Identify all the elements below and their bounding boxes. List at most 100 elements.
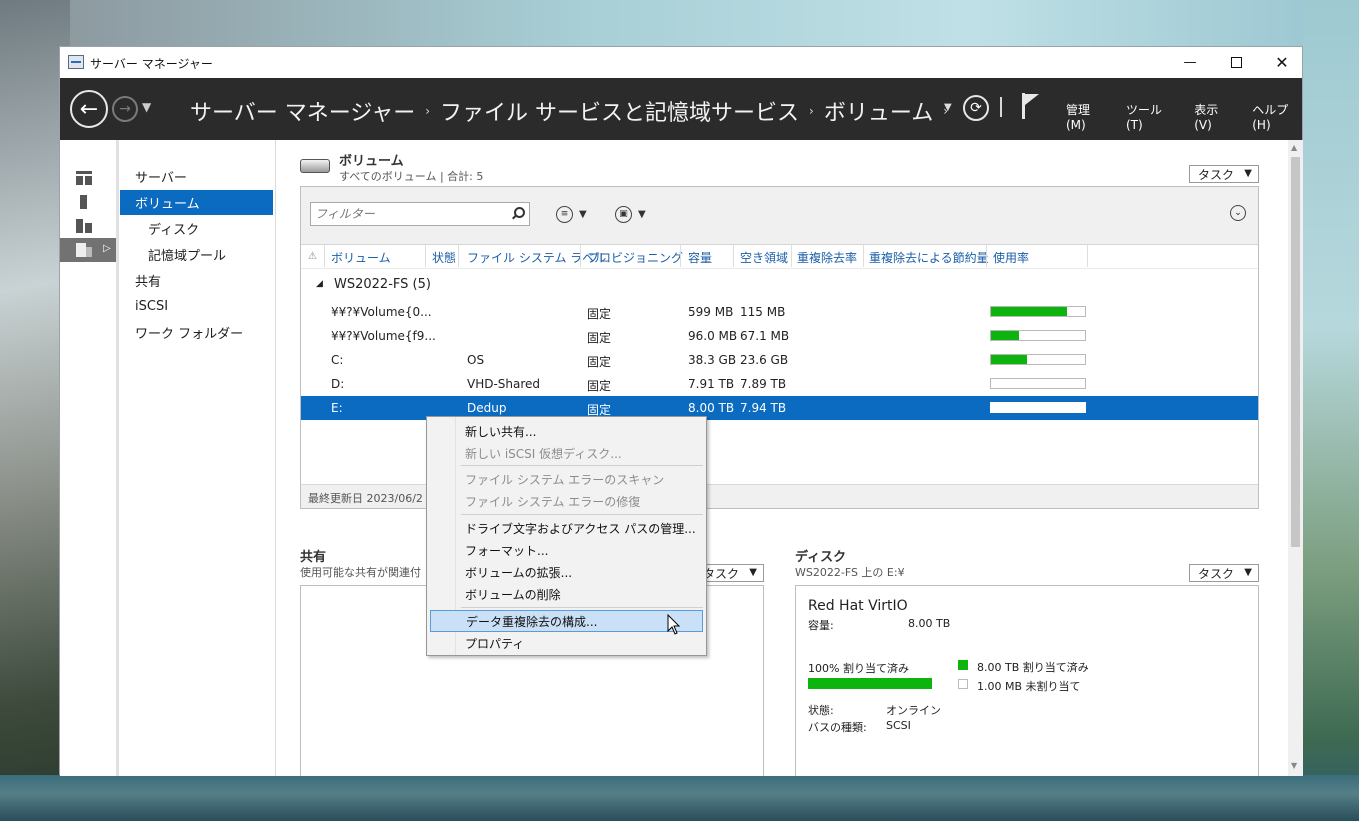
row-provisioning: 固定 (587, 331, 612, 345)
nav-item-servers[interactable]: サーバー (120, 164, 273, 189)
menu-help[interactable]: ヘルプ(H) (1252, 101, 1302, 132)
rail-dashboard[interactable] (60, 166, 116, 190)
breadcrumb-dropdown[interactable]: ▼ (944, 102, 952, 113)
dashboard-icon (76, 171, 92, 185)
list-icon: ≡ (556, 205, 573, 223)
volume-row[interactable]: ¥¥?¥Volume{f9... 固定 96.0 MB 67.1 MB (301, 324, 1258, 348)
scroll-up-icon[interactable]: ▲ (1291, 143, 1297, 152)
nav-item-work-folders[interactable]: ワーク フォルダー (120, 320, 273, 345)
row-volume: D: (331, 377, 345, 391)
header-bar: ← → ▼ サーバー マネージャー › ファイル サービスと記憶域サービス › … (60, 78, 1302, 140)
volumes-tasks-button[interactable]: タスク ▼ (1189, 165, 1259, 183)
chevron-down-icon: ▼ (638, 208, 646, 220)
menu-item-new-share[interactable]: 新しい共有... (430, 420, 703, 442)
menu-manage[interactable]: 管理(M) (1066, 101, 1106, 132)
refresh-button[interactable]: ⟳ (963, 95, 989, 121)
volumes-tile-title: ボリューム (339, 154, 404, 169)
close-button[interactable]: ✕ (1259, 47, 1305, 78)
usage-bar-fill (991, 355, 1027, 364)
allocated-percent-label: 100% 割り当て済み (808, 662, 909, 675)
menu-view[interactable]: 表示(V) (1194, 101, 1232, 132)
volume-drive-icon (300, 159, 330, 173)
column-warning[interactable]: ⚠ (308, 251, 317, 262)
history-dropdown[interactable]: ▼ (142, 100, 151, 114)
back-button[interactable]: ← (70, 90, 108, 128)
collapse-triangle-icon[interactable]: ◢ (316, 279, 323, 289)
tasks-label: タスク (703, 566, 740, 581)
header-divider (1000, 97, 1002, 117)
allocation-bar (808, 678, 932, 689)
breadcrumb-volumes[interactable]: ボリューム (824, 95, 933, 127)
nav-item-storage-pools[interactable]: 記憶域プール (120, 242, 273, 267)
filter-field[interactable] (310, 202, 530, 226)
disk-tasks-button[interactable]: タスク ▼ (1189, 564, 1259, 582)
forward-button[interactable]: → (112, 96, 138, 122)
nav-item-disks[interactable]: ディスク (120, 216, 273, 241)
menu-item-manage-drive-letter[interactable]: ドライブ文字およびアクセス パスの管理... (430, 517, 703, 539)
disk-tile-subtitle: WS2022-FS 上の E:¥ (795, 566, 905, 579)
rail-file-services[interactable]: ▷ (60, 238, 116, 262)
nav-item-volumes[interactable]: ボリューム (120, 190, 273, 215)
row-capacity: 96.0 MB (688, 329, 738, 343)
column-separator (425, 245, 426, 267)
server-group-row[interactable]: ◢ WS2022-FS (5) (301, 276, 1258, 298)
breadcrumb-separator-icon: › (809, 104, 814, 118)
breadcrumb-separator-icon: › (425, 104, 431, 118)
column-free-space[interactable]: 空き領域 (740, 249, 788, 266)
list-view-options-button[interactable]: ≡ ▼ (556, 205, 596, 223)
chevron-down-icon: ▼ (749, 567, 757, 578)
column-dedup-rate[interactable]: 重複除去率 (797, 249, 857, 266)
column-dedup-savings[interactable]: 重複除去による節約量 (869, 249, 989, 266)
close-icon: ✕ (1275, 53, 1289, 72)
row-provisioning: 固定 (587, 379, 612, 393)
column-status[interactable]: 状態 (432, 249, 456, 266)
column-provisioning[interactable]: プロビジョニング (587, 249, 683, 266)
unallocated-legend-label: 1.00 MB 未割り当て (977, 680, 1081, 693)
breadcrumb-file-services[interactable]: ファイル サービスと記憶域サービス (440, 95, 799, 127)
menu-item-new-iscsi-disk[interactable]: 新しい iSCSI 仮想ディスク... (430, 442, 703, 464)
maximize-button[interactable] (1213, 47, 1259, 78)
menu-item-scan-fs-errors[interactable]: ファイル システム エラーのスキャン (430, 468, 703, 490)
rail-local-server[interactable] (60, 190, 116, 214)
disk-tile-title: ディスク (795, 550, 847, 565)
menu-item-repair-fs-errors[interactable]: ファイル システム エラーの修復 (430, 490, 703, 512)
minimize-button[interactable]: — (1167, 47, 1213, 78)
tasks-label: タスク (1198, 566, 1235, 581)
column-separator (986, 245, 987, 267)
nav-item-shares[interactable]: 共有 (120, 268, 273, 293)
row-capacity: 38.3 GB (688, 353, 737, 367)
menu-item-extend-volume[interactable]: ボリュームの拡張... (430, 561, 703, 583)
expand-toolbar-button[interactable]: ⌄ (1230, 205, 1246, 221)
all-servers-icon (76, 219, 92, 233)
column-separator (680, 245, 681, 267)
breadcrumb-root[interactable]: サーバー マネージャー (190, 95, 415, 127)
vertical-scrollbar[interactable]: ▲ ▼ (1288, 140, 1303, 776)
filter-input[interactable] (315, 207, 505, 221)
column-separator (863, 245, 864, 267)
volume-row[interactable]: ¥¥?¥Volume{0... 固定 599 MB 115 MB (301, 300, 1258, 324)
search-icon[interactable] (512, 207, 525, 219)
menu-item-format[interactable]: フォーマット... (430, 539, 703, 561)
volume-row[interactable]: C: OS 固定 38.3 GB 23.6 GB (301, 348, 1258, 372)
nav-item-iscsi[interactable]: iSCSI (120, 294, 273, 319)
column-fs-label[interactable]: ファイル システム ラベル (467, 249, 606, 266)
rail-all-servers[interactable] (60, 214, 116, 238)
scroll-down-icon[interactable]: ▼ (1291, 761, 1297, 770)
notifications-flag-icon[interactable] (1022, 93, 1042, 119)
row-capacity: 599 MB (688, 305, 734, 319)
row-free-space: 7.89 TB (740, 377, 787, 391)
volume-row[interactable]: D: VHD-Shared 固定 7.91 TB 7.89 TB (301, 372, 1258, 396)
usage-bar-fill (991, 331, 1020, 340)
column-volume[interactable]: ボリューム (331, 249, 391, 266)
minimize-icon: — (1183, 55, 1197, 70)
menu-item-delete-volume[interactable]: ボリュームの削除 (430, 583, 703, 605)
menu-item-configure-dedup[interactable]: データ重複除去の構成... (430, 610, 703, 632)
save-query-button[interactable]: ▣ ▼ (615, 205, 655, 223)
chevron-down-icon: ▼ (142, 100, 152, 114)
column-usage[interactable]: 使用率 (993, 249, 1029, 266)
volumes-tile-subtitle: すべてのボリューム | 合計: 5 (339, 170, 484, 183)
menu-tools[interactable]: ツール(T) (1126, 101, 1174, 132)
scroll-thumb[interactable] (1291, 157, 1300, 547)
menu-item-properties[interactable]: プロパティ (430, 632, 703, 654)
column-capacity[interactable]: 容量 (688, 249, 712, 266)
